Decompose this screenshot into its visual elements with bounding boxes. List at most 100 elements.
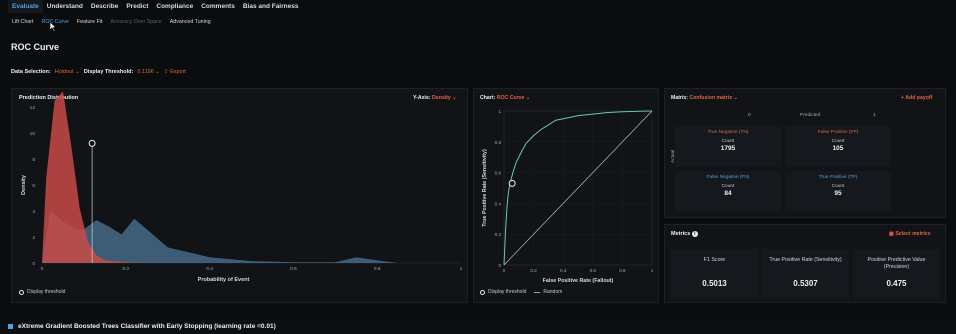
random-line-icon bbox=[534, 291, 541, 293]
y-tick-label: 0 bbox=[32, 261, 35, 267]
y-tick-label: 0.4 bbox=[495, 201, 502, 206]
x-tick-label: 1 bbox=[651, 268, 654, 273]
x-tick-label: 0.8 bbox=[619, 268, 626, 273]
metric-label: True Positive Rate (Sensitivity) bbox=[769, 257, 842, 263]
data-selection-label: Data Selection: bbox=[11, 69, 51, 75]
nav-tab-describe[interactable]: Describe bbox=[87, 0, 122, 13]
metric-card: True Positive Rate (Sensitivity) 0.5307 bbox=[762, 249, 849, 299]
distribution-chart: 0 2 4 6 8 10 12 0 0.2 0.4 0.6 0.8 1 Probability of Ev… bbox=[21, 91, 463, 283]
select-metrics-button[interactable]: ▦ Select metrics bbox=[889, 231, 931, 237]
y-tick-label: 0.6 bbox=[495, 171, 502, 176]
data-selection-bar: Data Selection: Holdout ⌄ Display Thresh… bbox=[11, 69, 186, 75]
metric-value: 0.5307 bbox=[793, 279, 818, 288]
cell-count-value: 105 bbox=[832, 145, 844, 152]
y-tick-label: 8 bbox=[32, 157, 35, 163]
cell-count-value: 1795 bbox=[720, 145, 736, 152]
nav-tab-bias-and-fairness[interactable]: Bias and Fairness bbox=[239, 0, 303, 13]
metric-value: 0.475 bbox=[886, 279, 907, 288]
data-selection-dropdown[interactable]: Holdout ⌄ bbox=[55, 69, 80, 75]
matrix-cell[interactable]: False Positive (FP) Count 105 bbox=[785, 126, 891, 167]
metrics-panel: Metrics i ▦ Select metrics F1 Score 0.501… bbox=[664, 224, 946, 303]
x-tick-label: 1 bbox=[460, 266, 463, 272]
prediction-distribution-panel: Prediction Distribution Y-Axis: Density … bbox=[11, 88, 468, 303]
display-threshold-legend[interactable]: Display threshold bbox=[19, 289, 65, 295]
display-threshold-label: Display Threshold: bbox=[83, 69, 134, 75]
metric-card: F1 Score 0.5013 bbox=[671, 249, 758, 299]
matrix-cell[interactable]: True Positive (TP) Count 95 bbox=[785, 171, 891, 212]
y-axis-label: Density bbox=[21, 174, 27, 195]
add-payoff-button[interactable]: + Add payoff bbox=[901, 95, 932, 101]
x-axis-label: False Positive Rate (Fallout) bbox=[543, 278, 614, 284]
metric-card: Positive Predictive Value (Precision) 0.4… bbox=[853, 249, 940, 299]
subnav-tab-lift-chart[interactable]: Lift Chart bbox=[8, 19, 38, 25]
cell-count-value: 84 bbox=[724, 190, 732, 197]
x-tick-label: 0 bbox=[41, 266, 44, 272]
y-tick-label: 1 bbox=[498, 109, 501, 114]
cell-count-label: Count bbox=[721, 184, 735, 189]
export-button[interactable]: ⇪ Export bbox=[164, 69, 186, 75]
y-tick-label: 10 bbox=[30, 131, 36, 137]
metric-value: 0.5013 bbox=[702, 279, 727, 288]
nav-tab-evaluate[interactable]: Evaluate bbox=[8, 0, 43, 13]
nav-tab-compliance[interactable]: Compliance bbox=[152, 0, 197, 13]
roc-curve-panel: Chart: ROC Curve ⌄ 0 0 0.2 0.2 0.4 0.4 0.6 0.6 0… bbox=[473, 88, 659, 303]
y-tick-label: 2 bbox=[32, 235, 35, 241]
predicted-1-label: 1 bbox=[873, 113, 876, 118]
y-axis-label: True Positive Rate (Sensitivity) bbox=[482, 149, 488, 227]
matrix-cell[interactable]: True Negative (TN) Count 1795 bbox=[675, 126, 781, 167]
info-icon[interactable]: i bbox=[691, 231, 698, 237]
metric-label: Positive Predictive Value (Precision) bbox=[867, 257, 926, 270]
cell-name: True Negative (TN) bbox=[707, 130, 749, 135]
random-line bbox=[503, 110, 653, 266]
x-tick-label: 0 bbox=[503, 268, 506, 273]
confusion-matrix-panel: Matrix: Confusion matrix ⌄ + Add payoff … bbox=[664, 88, 946, 218]
threshold-ring-icon bbox=[19, 289, 24, 295]
top-nav: Evaluate Understand Describe Predict Complia… bbox=[0, 0, 956, 13]
roc-legend: Display threshold Random bbox=[480, 289, 562, 295]
y-tick-label: 0 bbox=[498, 263, 501, 268]
model-title-bar[interactable]: eXtreme Gradient Boosted Trees Classifie… bbox=[0, 318, 956, 334]
sub-nav: Lift Chart ROC Curve Feature Fit Accuracy O… bbox=[0, 13, 956, 30]
x-tick-label: 0.4 bbox=[560, 268, 567, 273]
subnav-tab-feature-fit[interactable]: Feature Fit bbox=[73, 19, 107, 25]
mouse-cursor-icon bbox=[49, 22, 57, 32]
model-icon bbox=[8, 323, 13, 329]
cell-count-label: Count bbox=[831, 184, 845, 189]
matrix-cell[interactable]: False Negative (FN) Count 84 bbox=[675, 171, 781, 212]
threshold-handle[interactable] bbox=[88, 139, 96, 147]
matrix-dropdown[interactable]: Matrix: Confusion matrix ⌄ bbox=[671, 95, 738, 101]
model-title: eXtreme Gradient Boosted Trees Classifie… bbox=[18, 322, 276, 330]
y-tick-label: 0.8 bbox=[495, 140, 502, 145]
metric-label: F1 Score bbox=[703, 257, 726, 263]
cell-name: False Positive (FP) bbox=[817, 130, 859, 135]
export-icon: ⇪ bbox=[163, 69, 169, 75]
predicted-0-label: 0 bbox=[748, 113, 751, 118]
x-tick-label: 0.4 bbox=[206, 266, 213, 272]
y-tick-label: 4 bbox=[32, 209, 35, 215]
cell-count-value: 95 bbox=[834, 190, 842, 197]
x-tick-label: 0.6 bbox=[590, 268, 597, 273]
threshold-ring-icon bbox=[480, 289, 485, 295]
page-title: ROC Curve bbox=[11, 42, 60, 52]
x-tick-label: 0.2 bbox=[530, 268, 537, 273]
predicted-header: Predicted bbox=[800, 113, 821, 118]
threshold-point[interactable] bbox=[508, 179, 516, 187]
roc-chart: 00 0.2 0.2 0.4 0.4 0.6 0.6 0.8 0.8 1 1 False Positi… bbox=[482, 109, 654, 284]
y-tick-label: 6 bbox=[32, 183, 35, 189]
x-tick-label: 0.8 bbox=[374, 266, 381, 272]
nav-tab-comments[interactable]: Comments bbox=[197, 0, 239, 13]
subnav-tab-advanced-tuning[interactable]: Advanced Tuning bbox=[166, 19, 215, 25]
x-tick-label: 0.2 bbox=[122, 266, 129, 272]
y-tick-label: 12 bbox=[30, 105, 36, 111]
cell-name: False Negative (FN) bbox=[706, 175, 750, 180]
x-tick-label: 0.6 bbox=[290, 266, 297, 272]
y-tick-label: 0.2 bbox=[495, 232, 502, 237]
nav-tab-predict[interactable]: Predict bbox=[122, 0, 152, 13]
cell-count-label: Count bbox=[721, 139, 735, 144]
x-axis-label: Probability of Event bbox=[198, 277, 250, 283]
cell-name: True Positive (TP) bbox=[818, 175, 858, 180]
cell-count-label: Count bbox=[831, 139, 845, 144]
display-threshold-dropdown[interactable]: 0.1196 ⌄ bbox=[137, 69, 160, 75]
nav-tab-understand[interactable]: Understand bbox=[43, 0, 87, 13]
subnav-tab-accuracy-over-space[interactable]: Accuracy Over Space bbox=[107, 19, 166, 25]
